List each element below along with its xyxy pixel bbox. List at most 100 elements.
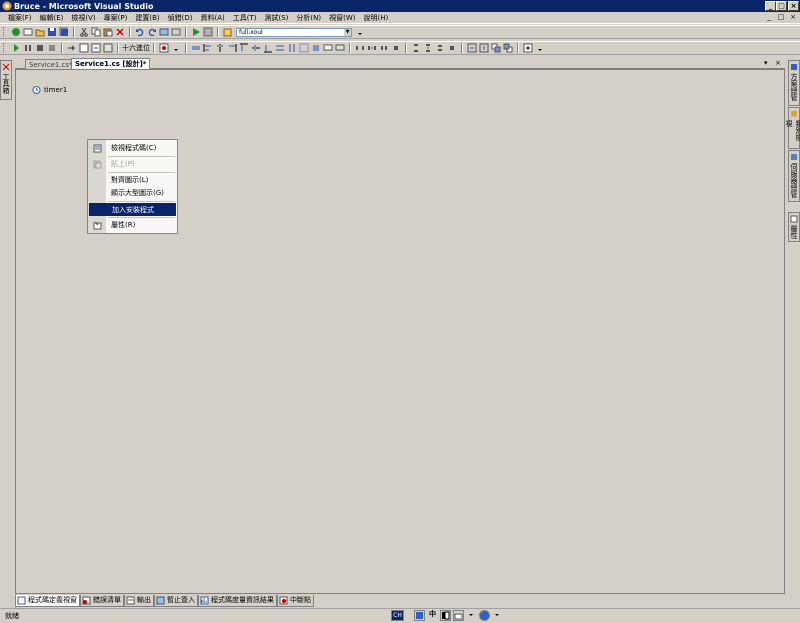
menu-edit[interactable]: 編輯(E) <box>38 13 70 23</box>
minimize-button[interactable]: _ <box>765 1 776 11</box>
comment-icon[interactable] <box>323 43 333 53</box>
toolbar-overflow-icon[interactable] <box>535 43 545 53</box>
uncomment-icon[interactable] <box>335 43 345 53</box>
navigate-backward-icon[interactable] <box>159 27 169 37</box>
tab-service1-code[interactable]: Service1.cs* <box>25 59 77 69</box>
tab-list-dropdown[interactable]: ▾ <box>764 58 768 68</box>
toolbar-grip[interactable] <box>3 27 7 37</box>
size-to-grid-icon[interactable] <box>311 43 321 53</box>
close-tab-button[interactable]: × <box>775 58 781 68</box>
properties-tab[interactable]: 屬性 <box>788 212 800 242</box>
menu-test[interactable]: 測試(S) <box>262 13 294 23</box>
align-bottoms-icon[interactable] <box>263 43 273 53</box>
properties-menu-item[interactable]: 屬性(R) <box>89 219 176 232</box>
show-next-statement-icon[interactable] <box>67 43 77 53</box>
timer-component[interactable]: timer1 <box>32 85 67 94</box>
increase-horizontal-spacing-icon[interactable] <box>367 43 377 53</box>
toolbar-overflow-icon[interactable] <box>355 27 365 37</box>
menu-help[interactable]: 說明(H) <box>361 13 394 23</box>
ime-language-button[interactable]: CH <box>391 610 404 621</box>
view-code-menu-item[interactable]: 檢視程式碼(C) <box>89 142 176 155</box>
make-same-height-icon[interactable] <box>287 43 297 53</box>
menu-debug[interactable]: 偵錯(D) <box>166 13 199 23</box>
solution-explorer-tab[interactable]: 方案總管 <box>788 60 800 106</box>
new-project-icon[interactable] <box>11 27 21 37</box>
step-into-icon[interactable] <box>79 43 89 53</box>
copy-icon[interactable] <box>91 27 101 37</box>
tab-pending-checkins[interactable]: 暫止簽入 <box>154 595 198 607</box>
hex-display-label[interactable]: 十六進位 <box>122 43 150 53</box>
ime-help-icon[interactable] <box>479 610 490 621</box>
add-installer-menu-item[interactable]: 加入安裝程式 <box>89 203 176 216</box>
align-tops-icon[interactable] <box>239 43 249 53</box>
redo-icon[interactable] <box>147 27 157 37</box>
solution-configurations-icon[interactable] <box>203 27 213 37</box>
align-lefts-icon[interactable] <box>203 43 213 53</box>
server-explorer-tab[interactable]: 伺服器總管 <box>788 150 800 202</box>
mdi-minimize-button[interactable]: _ <box>764 13 774 22</box>
save-icon[interactable] <box>47 27 57 37</box>
paste-icon[interactable] <box>103 27 113 37</box>
make-same-width-icon[interactable] <box>275 43 285 53</box>
find-combo[interactable]: full.xoul ▼ <box>236 27 352 37</box>
maximize-button[interactable]: □ <box>776 1 787 11</box>
paste-menu-item[interactable]: 貼上(P) <box>89 158 176 171</box>
increase-vertical-spacing-icon[interactable] <box>423 43 433 53</box>
align-centers-icon[interactable] <box>215 43 225 53</box>
toolbox-tab[interactable]: 工具箱 <box>0 60 12 100</box>
make-same-size-icon[interactable] <box>299 43 309 53</box>
align-rights-icon[interactable] <box>227 43 237 53</box>
breakpoints-window-icon[interactable] <box>159 43 169 53</box>
cut-icon[interactable] <box>79 27 89 37</box>
chevron-down-icon[interactable]: ▼ <box>344 28 351 36</box>
bring-to-front-icon[interactable] <box>491 43 501 53</box>
tab-error-list[interactable]: 錯誤清單 <box>80 595 124 607</box>
menu-window[interactable]: 視窗(W) <box>327 13 361 23</box>
toolbar-grip[interactable] <box>3 43 7 53</box>
center-horizontally-icon[interactable] <box>467 43 477 53</box>
ime-menu-icon[interactable] <box>492 610 503 621</box>
horizontal-spacing-equal-icon[interactable] <box>355 43 365 53</box>
decrease-horizontal-spacing-icon[interactable] <box>379 43 389 53</box>
decrease-vertical-spacing-icon[interactable] <box>435 43 445 53</box>
delete-icon[interactable] <box>115 27 125 37</box>
tab-order-icon[interactable] <box>523 43 533 53</box>
step-out-icon[interactable] <box>103 43 113 53</box>
center-vertically-icon[interactable] <box>479 43 489 53</box>
tab-output[interactable]: 輸出 <box>124 595 154 607</box>
undo-icon[interactable] <box>135 27 145 37</box>
remove-vertical-spacing-icon[interactable] <box>447 43 457 53</box>
find-in-files-icon[interactable] <box>223 27 233 37</box>
break-all-icon[interactable] <box>23 43 33 53</box>
tab-code-definition[interactable]: 程式碼定義視窗 <box>15 595 80 607</box>
restart-icon[interactable] <box>47 43 57 53</box>
mdi-maximize-button[interactable]: □ <box>776 13 786 22</box>
add-item-icon[interactable] <box>23 27 33 37</box>
align-icons-menu-item[interactable]: 對齊圖示(L) <box>89 174 176 187</box>
menu-view[interactable]: 檢視(V) <box>69 13 101 23</box>
navigate-forward-icon[interactable] <box>171 27 181 37</box>
tab-breakpoints[interactable]: 中斷點 <box>277 595 314 607</box>
menu-analyze[interactable]: 分析(N) <box>294 13 327 23</box>
show-large-icons-menu-item[interactable]: 顯示大型圖示(G) <box>89 187 176 200</box>
continue-icon[interactable] <box>11 43 21 53</box>
ime-half-width-icon[interactable] <box>440 610 451 621</box>
menu-file[interactable]: 檔案(F) <box>6 13 38 23</box>
ime-softkeyboard-icon[interactable] <box>453 610 464 621</box>
close-button[interactable]: × <box>788 1 799 11</box>
ime-mode-icon[interactable] <box>414 610 425 621</box>
tab-code-metrics[interactable]: 程式碼度量資訊結果 <box>198 595 277 607</box>
mdi-close-button[interactable]: × <box>788 13 798 22</box>
menu-project[interactable]: 專案(P) <box>102 13 134 23</box>
menu-data[interactable]: 資料(A) <box>198 13 230 23</box>
ime-chinese-button[interactable]: 中 <box>427 610 438 621</box>
menu-tools[interactable]: 工具(T) <box>231 13 263 23</box>
align-middles-icon[interactable] <box>251 43 261 53</box>
class-view-tab[interactable]: 類別檢視 <box>785 107 800 149</box>
start-debugging-icon[interactable] <box>191 27 201 37</box>
save-all-icon[interactable] <box>59 27 69 37</box>
open-file-icon[interactable] <box>35 27 45 37</box>
step-over-icon[interactable] <box>91 43 101 53</box>
ime-options-icon[interactable] <box>466 610 477 621</box>
toolbar-overflow-icon[interactable] <box>171 43 181 53</box>
